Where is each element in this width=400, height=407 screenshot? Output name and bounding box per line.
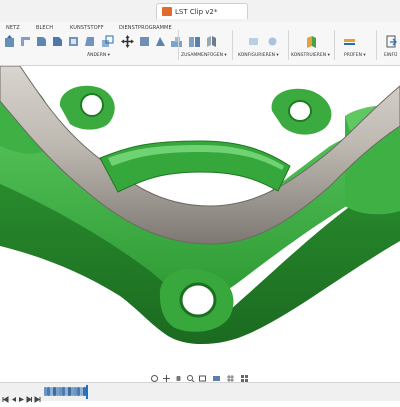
pan-icon[interactable] (162, 368, 171, 382)
display-mode-icon[interactable] (212, 368, 221, 381)
hand-icon[interactable] (174, 368, 183, 381)
fillet-icon (37, 37, 46, 46)
document-tab[interactable]: LST Clip v2* (156, 3, 248, 19)
split-body-icon (156, 37, 165, 46)
next-icon[interactable] (26, 388, 33, 403)
grid-icon[interactable] (226, 368, 235, 382)
viewports-icon[interactable] (240, 368, 249, 382)
group-zusammenfuegen[interactable]: ZUSAMMENFÜGEN ▾ (181, 53, 227, 58)
ribbon-separator (334, 30, 335, 60)
group-einfuegen[interactable]: EINFÜ (384, 53, 397, 58)
joint-button[interactable] (204, 34, 219, 49)
configure-icon (268, 37, 277, 46)
chamfer-icon (53, 37, 62, 46)
group-konstruieren[interactable]: KONSTRUIEREN ▾ (291, 53, 330, 58)
canvas-viewport[interactable] (0, 66, 400, 366)
chamfer-button[interactable] (50, 34, 65, 49)
ribbon-separator (376, 30, 377, 60)
offset-plane-button[interactable] (304, 34, 319, 49)
ribbon-toolbar: NETZ BLECH KUNSTSTOFF DIENSTPROGRAMME ÄN… (0, 22, 400, 66)
ribbon-separator (288, 30, 289, 60)
model-view[interactable] (0, 66, 400, 366)
last-icon[interactable] (34, 388, 41, 403)
fillet-button[interactable] (34, 34, 49, 49)
combine-button[interactable] (169, 34, 184, 49)
push-pull-icon (5, 35, 14, 47)
move-icon (121, 35, 134, 48)
new-component-icon (189, 37, 200, 47)
flange-button[interactable] (18, 34, 33, 49)
tab-kunststoff[interactable]: KUNSTSTOFF (70, 25, 104, 31)
tab-blech[interactable]: BLECH (36, 25, 53, 31)
ribbon-separator (178, 30, 179, 60)
document-title: LST Clip v2* (175, 7, 218, 16)
new-component-button[interactable] (187, 34, 202, 49)
move-button[interactable] (120, 34, 135, 49)
bottom-ear-hole-icon (179, 282, 217, 318)
tab-dienstprogramme[interactable]: DIENSTPROGRAMME (119, 25, 172, 31)
scale-button[interactable] (100, 34, 115, 49)
split-body-button[interactable] (153, 34, 168, 49)
group-aendern[interactable]: ÄNDERN ▾ (87, 53, 110, 58)
configure-button[interactable] (265, 34, 280, 49)
tab-netz[interactable]: NETZ (6, 25, 20, 31)
zoom-window-icon[interactable] (198, 368, 207, 382)
timeline-bar (0, 382, 400, 403)
insert-button[interactable] (384, 34, 399, 49)
group-pruefen[interactable]: PRÜFEN ▾ (344, 53, 366, 58)
orbit-icon[interactable] (150, 368, 159, 382)
right-ear-hole-icon (288, 100, 312, 122)
timeline-marker[interactable] (86, 385, 88, 399)
shell-button[interactable] (66, 34, 81, 49)
offset-plane-icon (307, 36, 316, 48)
parameters-button[interactable] (246, 34, 261, 49)
title-bar: LST Clip v2* (0, 0, 400, 23)
push-pull-button[interactable] (2, 34, 17, 49)
joint-icon (207, 36, 216, 47)
measure-icon (344, 39, 355, 45)
play-icon[interactable] (18, 388, 25, 402)
previous-icon[interactable] (10, 388, 17, 402)
scale-icon (102, 35, 114, 47)
navigation-bar (0, 366, 400, 383)
parameters-icon (249, 38, 258, 45)
align-button[interactable] (137, 34, 152, 49)
zoom-icon[interactable] (186, 368, 195, 383)
ribbon-separator (232, 30, 233, 60)
draft-icon (85, 37, 94, 46)
left-ear-hole-icon (80, 93, 104, 117)
draft-button[interactable] (82, 34, 97, 49)
measure-button[interactable] (342, 34, 357, 49)
first-icon[interactable] (2, 388, 9, 403)
align-icon (140, 37, 149, 46)
document-icon (162, 7, 172, 16)
shell-icon (69, 37, 78, 46)
combine-icon (171, 37, 182, 47)
insert-icon (386, 35, 397, 48)
flange-icon (21, 37, 30, 46)
group-konfigurieren[interactable]: KONFIGURIEREN ▾ (238, 53, 279, 58)
